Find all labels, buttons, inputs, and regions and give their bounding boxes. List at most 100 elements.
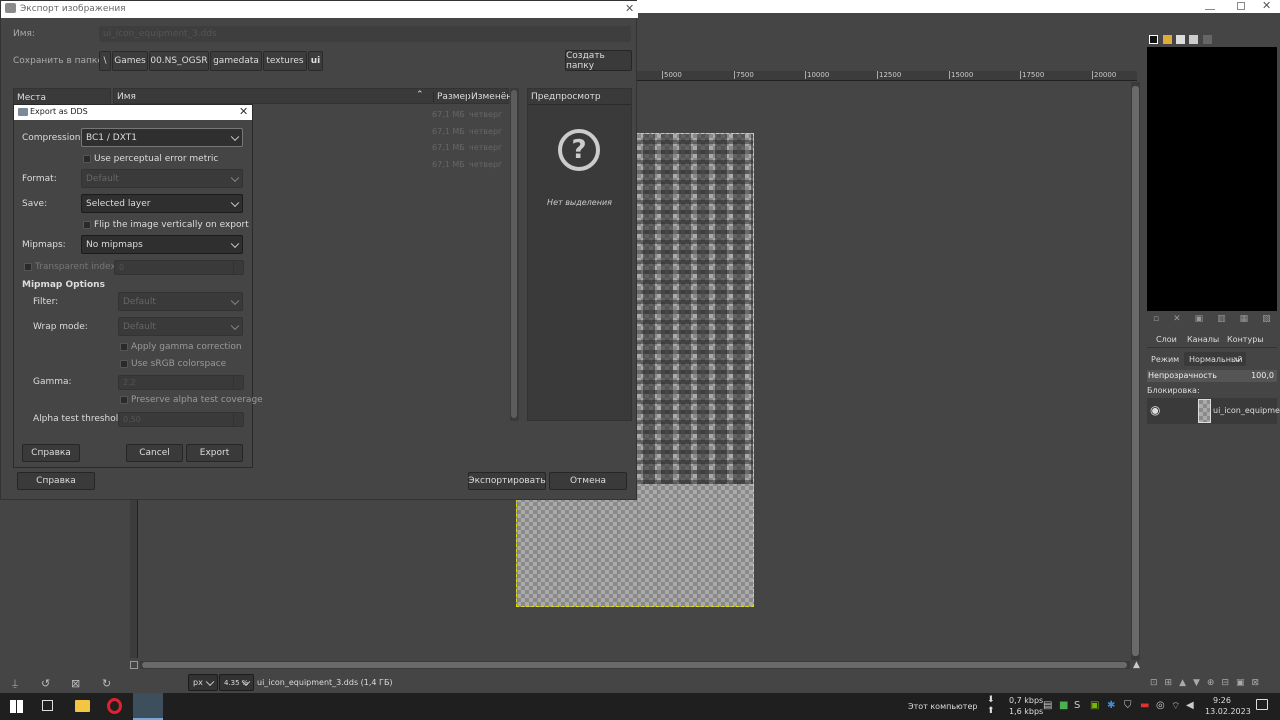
app-s-icon[interactable]: S — [1074, 700, 1080, 711]
volume-icon[interactable]: ◀ — [1186, 700, 1194, 711]
save-select[interactable]: Selected layer — [81, 194, 243, 213]
clock-time[interactable]: 9:26 — [1213, 696, 1231, 705]
lock-label: Блокировка: — [1147, 386, 1200, 395]
compression-select[interactable]: BC1 / DXT1 — [81, 128, 243, 147]
tab-channels[interactable]: Каналы — [1187, 335, 1219, 344]
wrap-select[interactable]: Default — [118, 317, 243, 336]
name-input[interactable]: ui_icon_equipment_3.dds — [99, 26, 631, 42]
compression-label: Compression: — [22, 133, 84, 143]
monitor-icon[interactable]: ▤ — [1043, 700, 1052, 711]
transparent-checkbox[interactable] — [24, 263, 32, 271]
undo-icon[interactable]: ↺ — [41, 677, 50, 690]
task-view-icon[interactable] — [42, 700, 53, 711]
canvas-hscroll[interactable] — [140, 661, 1130, 669]
files-scrollbar[interactable] — [510, 88, 519, 421]
create-folder-button[interactable]: Создать папку — [565, 50, 632, 71]
dds-cancel-button[interactable]: Cancel — [126, 444, 183, 462]
maximize-icon[interactable] — [1237, 2, 1245, 10]
color-tabs — [1147, 34, 1277, 46]
horizontal-ruler: 5000 7500 10000 12500 15000 17500 20000 — [637, 71, 1137, 81]
mode-select[interactable]: Нормальный — [1184, 352, 1246, 366]
format-select[interactable]: Default — [81, 169, 243, 188]
status-text: ui_icon_equipment_3.dds (1,4 ГБ) — [257, 678, 393, 687]
help-button[interactable]: Справка — [17, 472, 95, 490]
question-icon: ? — [558, 129, 600, 171]
notification-icon[interactable] — [1256, 699, 1268, 710]
windows-start-icon[interactable] — [10, 700, 23, 713]
clock-date[interactable]: 13.02.2023 — [1205, 707, 1251, 716]
delete-icon[interactable]: ⊠ — [71, 677, 80, 690]
reset-icon[interactable]: ↻ — [102, 677, 111, 690]
eye-icon[interactable]: ◉ — [1150, 403, 1160, 417]
fonts-icon[interactable] — [1176, 35, 1185, 44]
explorer-icon[interactable] — [75, 700, 90, 712]
alpha-threshold-spinner[interactable]: 0,50 — [118, 412, 244, 427]
ruler-tick: 20000 — [1092, 71, 1117, 79]
gimp-app-icon — [5, 3, 16, 13]
gamma-spinner[interactable]: 2,2 — [118, 375, 244, 390]
preserve-alpha-label: Preserve alpha test coverage — [131, 395, 263, 405]
transparent-spinner[interactable]: 0 — [114, 260, 244, 275]
dds-export-button[interactable]: Export — [186, 444, 243, 462]
perceptual-checkbox[interactable] — [83, 155, 91, 163]
srgb-checkbox[interactable] — [120, 360, 128, 368]
dds-dialog: Export as DDS ✕ Compression: BC1 / DXT1 … — [13, 104, 263, 468]
flip-label: Flip the image vertically on export — [94, 220, 249, 230]
layer-row[interactable]: ◉ ui_icon_equipment_ — [1147, 398, 1280, 424]
fg-bg-color-icon[interactable] — [1149, 35, 1158, 44]
minimize-icon[interactable] — [1205, 2, 1215, 10]
palette-icon[interactable] — [1163, 35, 1172, 44]
vpn-icon[interactable]: ◎ — [1156, 700, 1165, 711]
dds-help-button[interactable]: Справка — [22, 444, 80, 462]
export-button[interactable]: Экспортировать — [468, 472, 546, 490]
breadcrumb-gamedata[interactable]: gamedata — [210, 51, 262, 71]
files-header: Имя ⌃ Размер Изменён — [113, 88, 512, 104]
template-icon[interactable] — [1203, 35, 1212, 44]
close-window-icon[interactable]: ✕ — [1262, 0, 1271, 12]
flip-checkbox[interactable] — [83, 221, 91, 229]
gpu-icon[interactable]: ▣ — [1090, 700, 1099, 711]
gamma-correction-label: Apply gamma correction — [131, 342, 242, 352]
mipmaps-select[interactable]: No mipmaps — [81, 235, 243, 254]
opera-icon[interactable] — [107, 698, 122, 714]
wifi-icon[interactable]: ⌔ — [1171, 700, 1180, 713]
tab-layers[interactable]: Слои — [1156, 335, 1177, 344]
breadcrumb-root[interactable]: \ — [99, 51, 111, 71]
sort-up-icon[interactable]: ⌃ — [416, 90, 424, 100]
transparent-label: Transparent index: — [35, 262, 119, 272]
canvas-vscroll[interactable] — [1131, 82, 1140, 660]
flag-icon[interactable]: ▬ — [1140, 700, 1149, 711]
gimp-taskbar-icon[interactable] — [133, 693, 163, 720]
cancel-button[interactable]: Отмена — [549, 472, 627, 490]
ruler-tick: 7500 — [734, 71, 754, 79]
dds-titlebar: Export as DDS ✕ — [14, 105, 252, 120]
navigate-icon[interactable]: ▲ — [1133, 660, 1140, 670]
gamma-correction-checkbox[interactable] — [120, 343, 128, 351]
app-green-icon[interactable]: ■ — [1059, 700, 1068, 711]
layer-name[interactable]: ui_icon_equipment_ — [1213, 406, 1280, 415]
close-icon[interactable]: ✕ — [625, 2, 634, 15]
filter-select[interactable]: Default — [118, 292, 243, 311]
close-icon[interactable]: ✕ — [239, 105, 248, 118]
download-icon: ⬇ — [987, 695, 995, 705]
tool-options-icon[interactable]: ⍊ — [12, 678, 18, 689]
opacity-slider[interactable]: Непрозрачность 100,0 — [1147, 370, 1277, 382]
preserve-alpha-checkbox[interactable] — [120, 396, 128, 404]
breadcrumb-ui[interactable]: ui — [308, 51, 323, 71]
breadcrumb-games[interactable]: Games — [112, 51, 148, 71]
breadcrumb-ns-ogsr[interactable]: 00.NS_OGSR — [149, 51, 209, 71]
col-size[interactable]: Размер — [433, 92, 471, 102]
shield-icon[interactable]: ⛉ — [1124, 700, 1132, 711]
document-icon[interactable] — [1189, 35, 1198, 44]
col-name[interactable]: Имя — [117, 92, 136, 102]
bluetooth-icon[interactable]: ✱ — [1107, 700, 1115, 711]
computer-label[interactable]: Этот компьютер — [908, 702, 977, 711]
tab-paths[interactable]: Контуры — [1227, 335, 1264, 344]
quickmask-icon[interactable] — [130, 661, 138, 669]
col-modified[interactable]: Изменён — [467, 92, 512, 102]
breadcrumb-textures[interactable]: textures — [263, 51, 307, 71]
unit-select[interactable]: px — [188, 674, 218, 691]
tray-icons: ▤ ■ S ▣ ✱ ⛉ ▬ ◎ ⌔ ◀ — [1043, 700, 1203, 714]
zoom-select[interactable]: 4.35 % — [219, 674, 254, 691]
ruler-tick: 12500 — [877, 71, 902, 79]
